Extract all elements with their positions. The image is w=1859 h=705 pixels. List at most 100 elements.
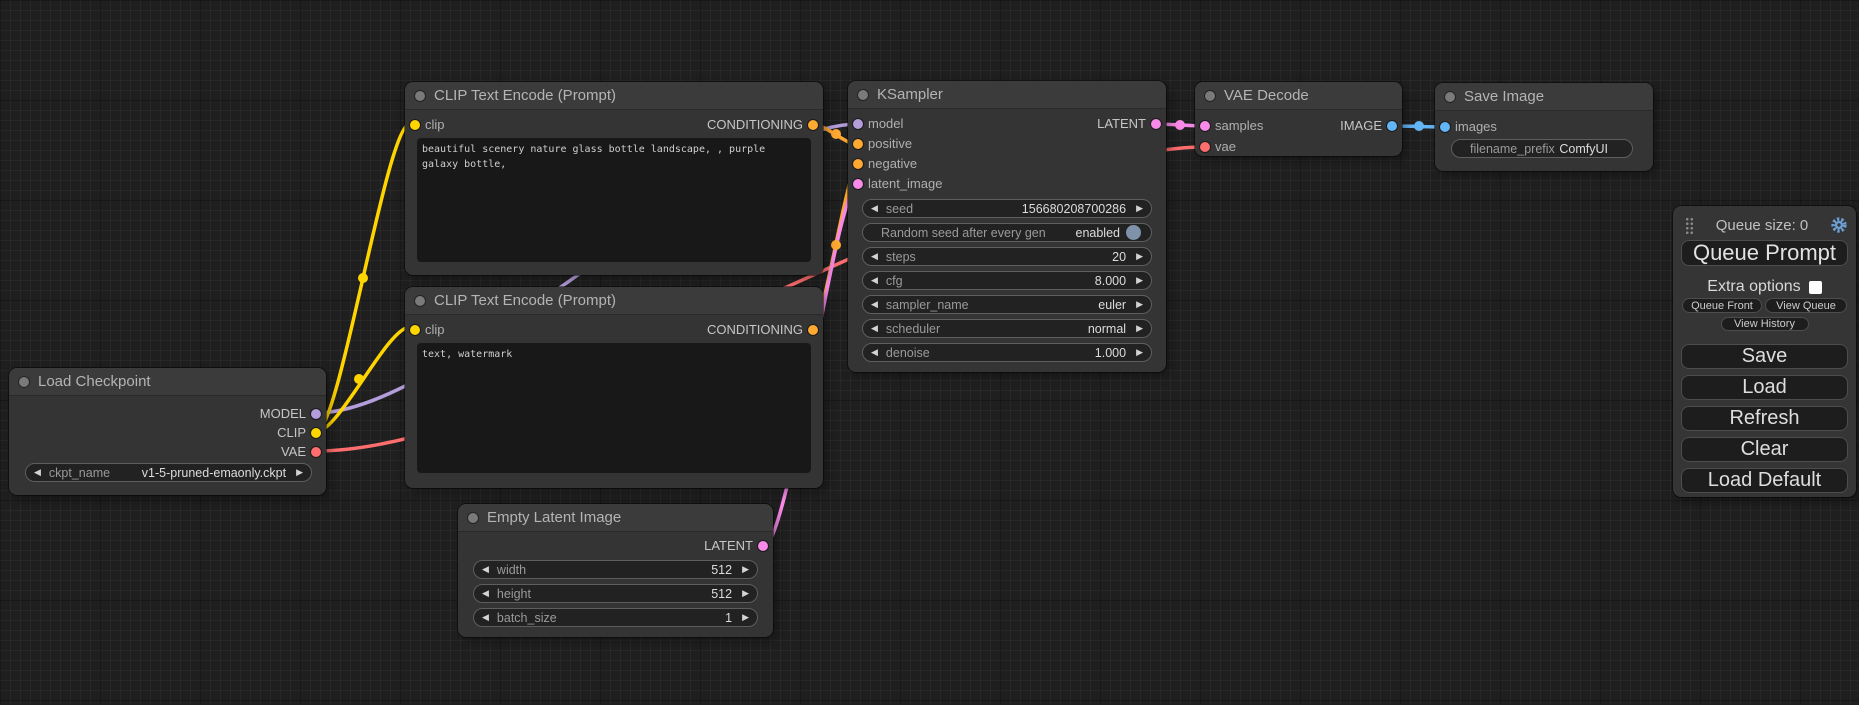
increment-arrow-icon[interactable]: ▶	[1136, 252, 1143, 261]
latent-image-input-port[interactable]	[853, 179, 863, 189]
save-button[interactable]: Save	[1681, 344, 1848, 369]
decrement-arrow-icon[interactable]: ◀	[871, 300, 878, 309]
decrement-arrow-icon[interactable]: ◀	[34, 468, 41, 477]
steps-widget[interactable]: ◀ steps 20 ▶	[862, 247, 1152, 266]
latent-output-port[interactable]	[1151, 119, 1161, 129]
filename-prefix-widget[interactable]: filename_prefix ComfyUI	[1451, 139, 1633, 158]
collapse-dot-icon[interactable]	[468, 513, 478, 523]
decrement-arrow-icon[interactable]: ◀	[482, 613, 489, 622]
height-widget[interactable]: ◀ height 512 ▶	[473, 584, 758, 603]
node-titlebar[interactable]: CLIP Text Encode (Prompt)	[405, 287, 823, 315]
refresh-button[interactable]: Refresh	[1681, 406, 1848, 431]
increment-arrow-icon[interactable]: ▶	[742, 589, 749, 598]
width-widget[interactable]: ◀ width 512 ▶	[473, 560, 758, 579]
widget-value[interactable]: 1	[557, 611, 732, 625]
increment-arrow-icon[interactable]: ▶	[742, 613, 749, 622]
link-midpoint-dot	[1175, 120, 1185, 130]
model-output-port[interactable]	[311, 409, 321, 419]
seed-widget[interactable]: ◀ seed 156680208700286 ▶	[862, 199, 1152, 218]
conditioning-output-port[interactable]	[808, 120, 818, 130]
collapse-dot-icon[interactable]	[19, 377, 29, 387]
node-empty-latent-image[interactable]: Empty Latent Image LATENT ◀ width 512 ▶ …	[458, 504, 773, 637]
increment-arrow-icon[interactable]: ▶	[1136, 324, 1143, 333]
node-vae-decode[interactable]: VAE Decode samples IMAGE vae	[1195, 82, 1402, 156]
widget-value[interactable]: 156680208700286	[913, 202, 1126, 216]
collapse-dot-icon[interactable]	[415, 91, 425, 101]
negative-input-port[interactable]	[853, 159, 863, 169]
widget-value[interactable]: euler	[969, 298, 1126, 312]
widget-value[interactable]: 512	[531, 587, 732, 601]
increment-arrow-icon[interactable]: ▶	[1136, 204, 1143, 213]
node-titlebar[interactable]: CLIP Text Encode (Prompt)	[405, 82, 823, 110]
load-button[interactable]: Load	[1681, 375, 1848, 400]
load-default-button[interactable]: Load Default	[1681, 468, 1848, 493]
random-seed-toggle[interactable]	[1126, 225, 1141, 240]
node-save-image[interactable]: Save Image images filename_prefix ComfyU…	[1435, 83, 1653, 171]
latent-output-port[interactable]	[758, 541, 768, 551]
image-output-port[interactable]	[1387, 121, 1397, 131]
clear-button[interactable]: Clear	[1681, 437, 1848, 462]
decrement-arrow-icon[interactable]: ◀	[871, 204, 878, 213]
scheduler-widget[interactable]: ◀ scheduler normal ▶	[862, 319, 1152, 338]
node-titlebar[interactable]: Save Image	[1435, 83, 1653, 111]
conditioning-output-port[interactable]	[808, 325, 818, 335]
view-queue-button[interactable]: View Queue	[1765, 298, 1847, 313]
node-clip-text-encode-negative[interactable]: CLIP Text Encode (Prompt) clip CONDITION…	[405, 287, 823, 488]
decrement-arrow-icon[interactable]: ◀	[482, 589, 489, 598]
batch-size-widget[interactable]: ◀ batch_size 1 ▶	[473, 608, 758, 627]
clip-input-port[interactable]	[410, 120, 420, 130]
cfg-widget[interactable]: ◀ cfg 8.000 ▶	[862, 271, 1152, 290]
clip-output-port[interactable]	[311, 428, 321, 438]
decrement-arrow-icon[interactable]: ◀	[871, 324, 878, 333]
view-history-button[interactable]: View History	[1721, 317, 1809, 331]
collapse-dot-icon[interactable]	[1445, 92, 1455, 102]
decrement-arrow-icon[interactable]: ◀	[482, 565, 489, 574]
widget-value[interactable]: 20	[916, 250, 1126, 264]
increment-arrow-icon[interactable]: ▶	[1136, 300, 1143, 309]
collapse-dot-icon[interactable]	[415, 296, 425, 306]
queue-prompt-button[interactable]: Queue Prompt	[1681, 240, 1848, 266]
decrement-arrow-icon[interactable]: ◀	[871, 276, 878, 285]
clip-input-port[interactable]	[410, 325, 420, 335]
vae-output-port[interactable]	[311, 447, 321, 457]
node-clip-text-encode-positive[interactable]: CLIP Text Encode (Prompt) clip CONDITION…	[405, 82, 823, 275]
increment-arrow-icon[interactable]: ▶	[742, 565, 749, 574]
denoise-widget[interactable]: ◀ denoise 1.000 ▶	[862, 343, 1152, 362]
decrement-arrow-icon[interactable]: ◀	[871, 348, 878, 357]
node-titlebar[interactable]: Empty Latent Image	[458, 504, 773, 532]
widget-value[interactable]: 512	[526, 563, 732, 577]
settings-gear-icon[interactable]	[1830, 216, 1848, 234]
node-graph-canvas[interactable]: Load Checkpoint MODEL CLIP VAE ◀ ckpt_na…	[0, 0, 1859, 705]
random-seed-widget[interactable]: Random seed after every gen enabled	[862, 223, 1152, 242]
widget-value[interactable]: normal	[940, 322, 1126, 336]
positive-input-port[interactable]	[853, 139, 863, 149]
sampler-name-widget[interactable]: ◀ sampler_name euler ▶	[862, 295, 1152, 314]
collapse-dot-icon[interactable]	[1205, 91, 1215, 101]
ckpt-name-widget[interactable]: ◀ ckpt_name v1-5-pruned-emaonly.ckpt ▶	[25, 463, 312, 482]
node-load-checkpoint[interactable]: Load Checkpoint MODEL CLIP VAE ◀ ckpt_na…	[9, 368, 326, 495]
widget-value[interactable]: 8.000	[903, 274, 1126, 288]
collapse-dot-icon[interactable]	[858, 90, 868, 100]
increment-arrow-icon[interactable]: ▶	[296, 468, 303, 477]
prompt-textarea[interactable]: beautiful scenery nature glass bottle la…	[417, 138, 811, 262]
model-input-port[interactable]	[853, 119, 863, 129]
increment-arrow-icon[interactable]: ▶	[1136, 348, 1143, 357]
widget-value[interactable]: 1.000	[930, 346, 1126, 360]
samples-input-port[interactable]	[1200, 121, 1210, 131]
decrement-arrow-icon[interactable]: ◀	[871, 252, 878, 261]
panel-drag-handle-icon[interactable]	[1685, 217, 1694, 234]
vae-input-port[interactable]	[1200, 142, 1210, 152]
queue-front-button[interactable]: Queue Front	[1682, 298, 1762, 313]
widget-value[interactable]: v1-5-pruned-emaonly.ckpt	[110, 466, 286, 480]
node-titlebar[interactable]: KSampler	[848, 81, 1166, 109]
extra-options-checkbox[interactable]	[1809, 281, 1822, 294]
images-input-port[interactable]	[1440, 122, 1450, 132]
prompt-textarea[interactable]: text, watermark	[417, 343, 811, 473]
node-titlebar[interactable]: VAE Decode	[1195, 82, 1402, 110]
node-title: Empty Latent Image	[487, 509, 621, 526]
widget-value[interactable]: enabled	[1046, 226, 1120, 240]
node-ksampler[interactable]: KSampler model LATENT positive negative …	[848, 81, 1166, 372]
increment-arrow-icon[interactable]: ▶	[1136, 276, 1143, 285]
node-titlebar[interactable]: Load Checkpoint	[9, 368, 326, 396]
widget-value[interactable]: ComfyUI	[1555, 142, 1608, 156]
